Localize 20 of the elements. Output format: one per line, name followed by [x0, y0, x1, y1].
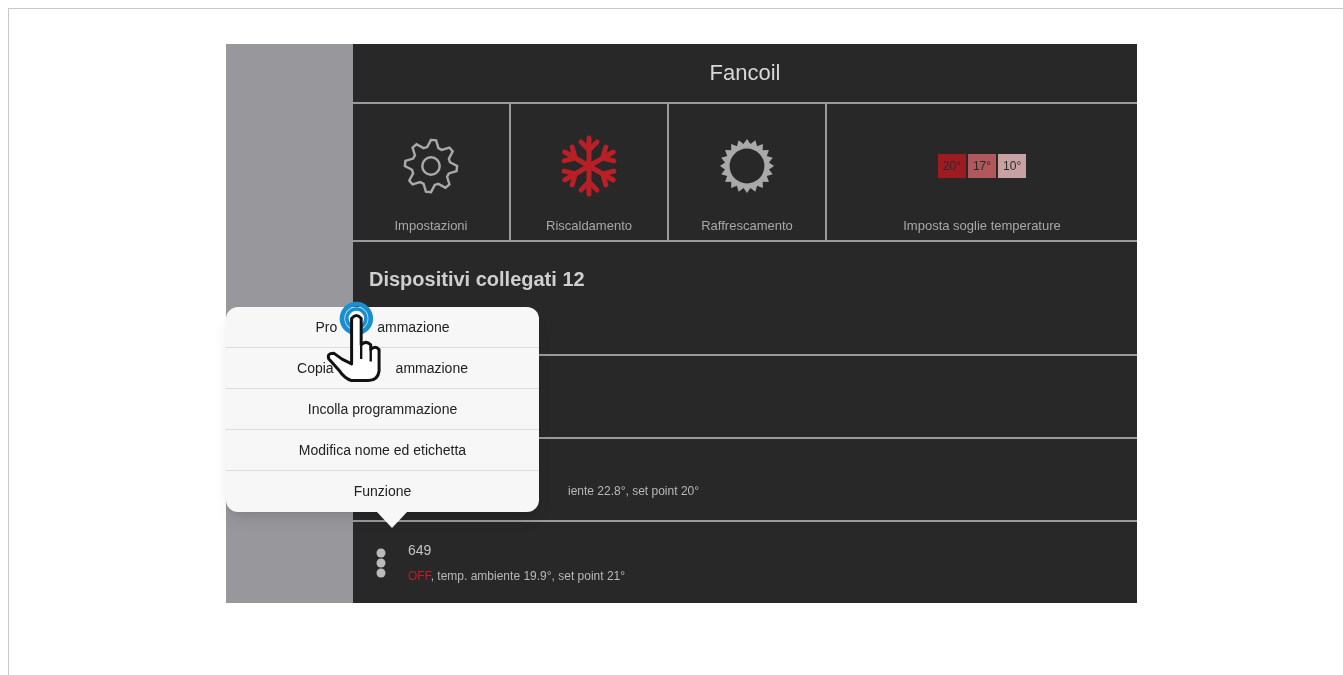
more-icon[interactable] [376, 547, 386, 578]
section-heading: Dispositivi collegati 12 [369, 267, 585, 290]
temperature-threshold: 20° [937, 153, 966, 178]
menu-item-text: ammazione [377, 317, 450, 337]
temperature-threshold: 10° [998, 153, 1027, 178]
menu-item-text: Pro [315, 317, 338, 337]
menu-item-text: Copia [297, 358, 334, 378]
device-status: OFF, temp. ambiente 19.9°, set point 21° [408, 568, 626, 586]
mode-tile[interactable]: 20° 17° 10° Imposta soglie temperature [827, 103, 1137, 240]
temperature-threshold: 17° [967, 153, 997, 178]
menu-item[interactable]: Incolla programmazione [226, 389, 539, 430]
menu-item[interactable]: Modifica nome ed etichetta [226, 430, 539, 471]
mode-tile[interactable]: Raffrescamento [669, 103, 827, 240]
device-status: iente 22.8°, set point 20° [568, 482, 700, 500]
device-name: 649 [408, 541, 433, 561]
page-title: Fancoil [709, 59, 781, 88]
mode-tile[interactable]: Riscaldamento [511, 103, 669, 240]
menu-item-text: ammazione [395, 358, 468, 378]
mode-tile[interactable]: Impostazioni [353, 103, 511, 240]
menu-item[interactable]: Funzione [226, 471, 539, 512]
